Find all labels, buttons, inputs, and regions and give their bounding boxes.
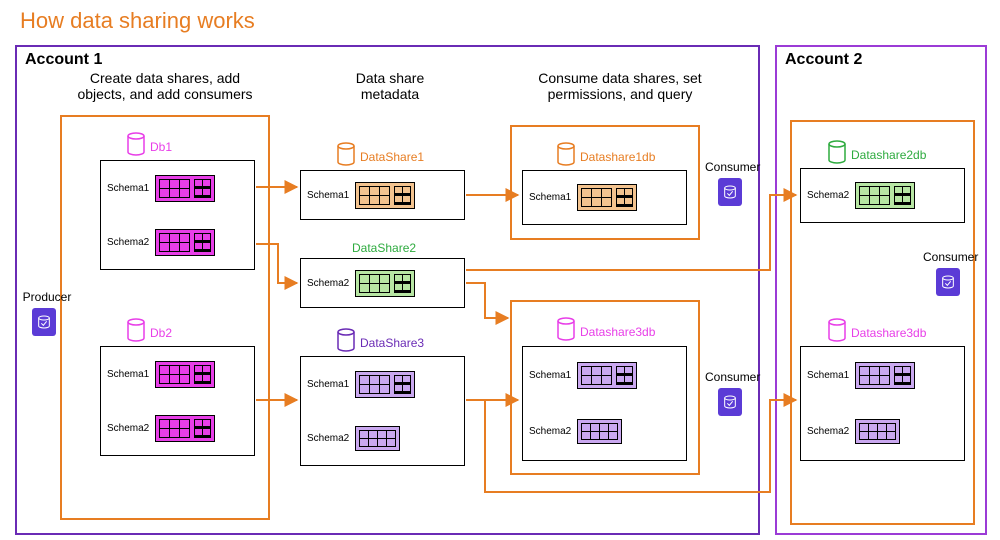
- col-produce: Create data shares, add objects, and add…: [65, 70, 265, 102]
- consumer2-label: Consumer: [705, 370, 760, 384]
- c2-schema2: Schema2: [807, 190, 849, 201]
- db2-card: Schema1 Schema2: [100, 346, 255, 456]
- ds3-card: Schema1 Schema2: [300, 356, 465, 466]
- ds3-icon: [336, 328, 356, 352]
- c1-card: Schema1: [522, 170, 687, 225]
- c1-schema1: Schema1: [529, 192, 571, 203]
- table-icon: [577, 362, 637, 389]
- ds3-schema1: Schema1: [307, 379, 349, 390]
- ds2-card: Schema2: [300, 258, 465, 308]
- c3-name: Datashare3db: [580, 325, 655, 339]
- db2-icon: [126, 318, 146, 342]
- table-icon: [855, 362, 915, 389]
- c3-icon: [556, 317, 576, 341]
- ds1-schema1: Schema1: [307, 190, 349, 201]
- db2-schema1: Schema1: [107, 369, 149, 380]
- c4-card: Schema1 Schema2: [800, 346, 965, 461]
- c2-name: Datashare2db: [851, 148, 926, 162]
- account-1-label: Account 1: [25, 51, 102, 69]
- consumer3-icon: [936, 268, 960, 296]
- ds1-icon: [336, 142, 356, 166]
- c3-card: Schema1 Schema2: [522, 346, 687, 461]
- c4-icon: [827, 318, 847, 342]
- db1-card: Schema1 Schema2: [100, 160, 255, 270]
- producer-label: Producer: [22, 290, 72, 304]
- account-2-label: Account 2: [785, 51, 862, 69]
- table-icon: [855, 419, 900, 444]
- table-icon: [355, 182, 415, 209]
- c4-schema1: Schema1: [807, 370, 849, 381]
- db2-name: Db2: [150, 326, 172, 340]
- db1-name: Db1: [150, 140, 172, 154]
- table-icon: [155, 361, 215, 388]
- c3-schema2: Schema2: [529, 426, 571, 437]
- c2-card: Schema2: [800, 168, 965, 223]
- consumer2-icon: [718, 388, 742, 416]
- consumer1-label: Consumer: [705, 160, 760, 174]
- table-icon: [577, 419, 622, 444]
- table-icon: [577, 184, 637, 211]
- table-icon: [155, 229, 215, 256]
- table-icon: [355, 426, 400, 451]
- c4-schema2: Schema2: [807, 426, 849, 437]
- ds3-schema2: Schema2: [307, 433, 349, 444]
- db2-schema2: Schema2: [107, 423, 149, 434]
- c1-icon: [556, 142, 576, 166]
- db1-schema2: Schema2: [107, 237, 149, 248]
- c1-name: Datashare1db: [580, 150, 655, 164]
- c4-name: Datashare3db: [851, 326, 926, 340]
- table-icon: [355, 371, 415, 398]
- consumer3-label: Consumer: [923, 250, 978, 264]
- ds1-card: Schema1: [300, 170, 465, 220]
- col-consume: Consume data shares, set permissions, an…: [500, 70, 740, 102]
- table-icon: [855, 182, 915, 209]
- table-icon: [155, 415, 215, 442]
- c3-schema1: Schema1: [529, 370, 571, 381]
- ds2-schema2: Schema2: [307, 278, 349, 289]
- db1-schema1: Schema1: [107, 183, 149, 194]
- ds1-name: DataShare1: [360, 150, 424, 164]
- c2-icon: [827, 140, 847, 164]
- db1-icon: [126, 132, 146, 156]
- producer-icon: [32, 308, 56, 336]
- col-meta: Data share metadata: [290, 70, 490, 102]
- ds3-name: DataShare3: [360, 336, 424, 350]
- table-icon: [355, 270, 415, 297]
- ds2-name: DataShare2: [352, 241, 416, 255]
- table-icon: [155, 175, 215, 202]
- page-title: How data sharing works: [0, 0, 1000, 44]
- consumer1-icon: [718, 178, 742, 206]
